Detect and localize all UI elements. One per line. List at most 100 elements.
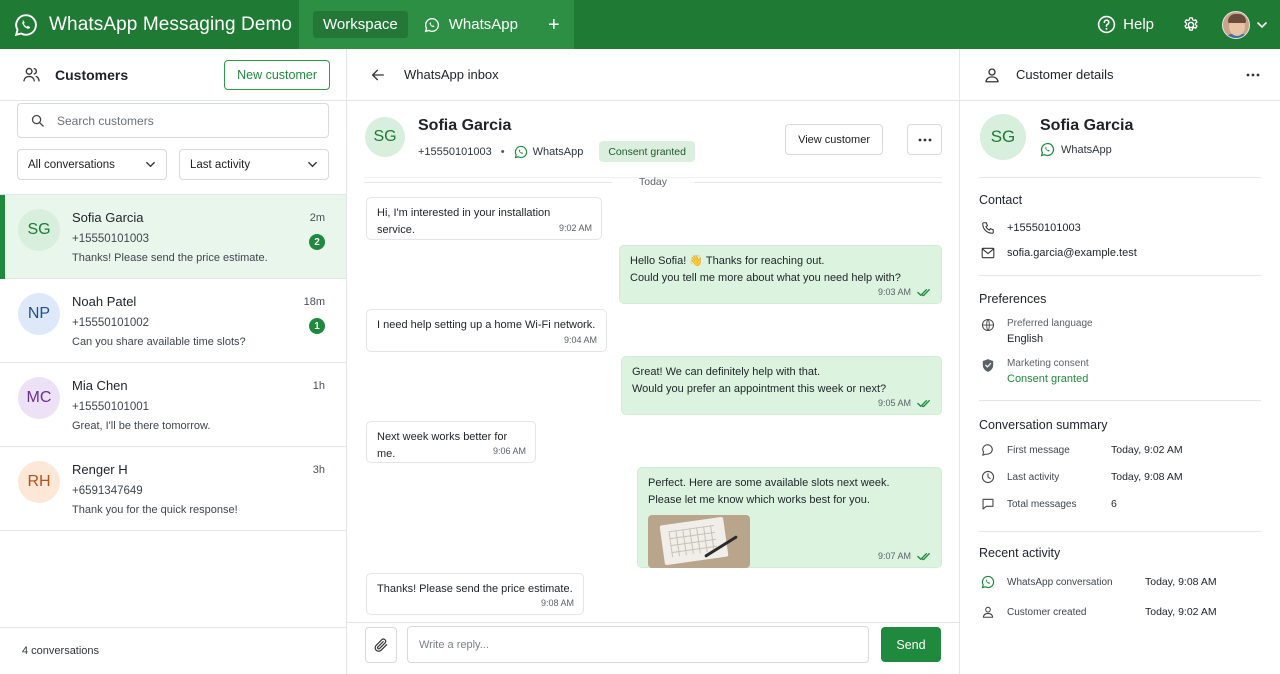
avatar: NP — [18, 293, 60, 335]
details-title: Customer details — [1016, 67, 1114, 82]
chat-bubble-icon — [979, 443, 997, 457]
chevron-down-icon — [145, 159, 156, 170]
message-incoming: Hi, I'm interested in your installation … — [366, 197, 602, 240]
user-icon — [979, 605, 997, 619]
paperclip-icon — [373, 637, 389, 653]
new-customer-button[interactable]: New customer — [224, 59, 330, 90]
avatar: SG — [18, 209, 60, 251]
tab-workspace-label: Workspace — [323, 16, 398, 33]
message-text: I need help setting up a home Wi-Fi netw… — [377, 319, 596, 331]
shield-check-icon — [979, 358, 997, 385]
summary-label: Last activity — [1007, 471, 1060, 483]
language-label: Preferred language — [1007, 318, 1093, 329]
help-label: Help — [1123, 16, 1154, 33]
reply-input[interactable] — [407, 626, 869, 663]
tab-whatsapp[interactable]: WhatsApp — [414, 11, 528, 38]
conversation-item[interactable]: NP Noah Patel +15550101002 Can you share… — [0, 279, 346, 363]
activity-row[interactable]: WhatsApp conversation Today, 9:08 AM — [979, 575, 1217, 589]
message-incoming: Next week works better for me. 9:06 AM — [366, 421, 536, 463]
avatar: RH — [18, 461, 60, 503]
sort-select[interactable]: Last activity — [179, 149, 329, 180]
attach-button[interactable] — [365, 627, 397, 663]
customer-profile: SG Sofia Garcia WhatsApp — [979, 101, 1261, 178]
contact-phone-row[interactable]: +15550101003 — [979, 221, 1081, 235]
summary-value: Today, 9:02 AM — [1111, 444, 1183, 456]
conversation-phone: +15550101001 — [72, 401, 150, 413]
contact-email: sofia.garcia@example.test — [1007, 247, 1137, 259]
conversation-item[interactable]: SG Sofia Garcia +15550101003 Thanks! Ple… — [0, 195, 346, 279]
search-input[interactable]: Search customers — [17, 103, 329, 138]
tab-whatsapp-label: WhatsApp — [448, 16, 518, 33]
message-text: Thanks! Please send the price estimate. — [377, 583, 573, 595]
contact-channel: WhatsApp — [532, 145, 584, 158]
conversation-summary-section: Conversation summary First message Today… — [979, 401, 1261, 532]
help-button[interactable]: Help — [1097, 15, 1154, 34]
contact-name: Sofia Garcia — [418, 117, 512, 134]
date-divider: Today — [364, 176, 942, 188]
customer-details-panel: Customer details SG Sofia Garcia WhatsAp… — [960, 49, 1280, 674]
message-time: 9:06 AM — [492, 446, 526, 456]
clock-icon — [979, 470, 997, 484]
conversation-filter-select[interactable]: All conversations — [17, 149, 167, 180]
avatar: SG — [980, 114, 1026, 160]
double-check-icon — [917, 552, 930, 561]
message-text: Please let me know which works best for … — [648, 494, 870, 506]
search-placeholder: Search customers — [57, 113, 154, 128]
message-incoming: Thanks! Please send the price estimate. … — [366, 573, 584, 615]
gear-icon[interactable] — [1182, 16, 1200, 34]
conversation-phone: +6591347649 — [72, 485, 143, 497]
whatsapp-icon — [979, 575, 997, 589]
avatar: MC — [18, 377, 60, 419]
more-horizontal-icon — [918, 138, 932, 142]
whatsapp-logo-icon — [14, 13, 38, 37]
double-check-icon — [917, 288, 930, 297]
message-time: 9:04 AM — [563, 335, 597, 345]
conversation-name: Renger H — [72, 462, 128, 477]
chevron-down-icon[interactable] — [1256, 19, 1268, 31]
conversation-preview: Thanks! Please send the price estimate. — [72, 252, 268, 264]
customer-name: Sofia Garcia — [1040, 117, 1134, 134]
more-horizontal-icon[interactable] — [1246, 73, 1260, 77]
activity-label: Customer created — [1007, 606, 1087, 618]
back-arrow-icon[interactable] — [370, 67, 386, 83]
contact-phone: +15550101003 — [418, 145, 492, 158]
activity-row[interactable]: Customer created Today, 9:02 AM — [979, 605, 1217, 619]
contact-email-row[interactable]: sofia.garcia@example.test — [979, 247, 1137, 259]
tab-bar: Workspace WhatsApp + — [299, 0, 574, 49]
send-button[interactable]: Send — [881, 627, 941, 662]
summary-value: Today, 9:08 AM — [1111, 471, 1183, 483]
tab-workspace[interactable]: Workspace — [313, 11, 408, 38]
phone-icon — [979, 221, 997, 235]
calendar-photo-attachment[interactable] — [648, 515, 750, 568]
user-avatar[interactable] — [1222, 10, 1250, 39]
unread-badge: 1 — [309, 318, 325, 334]
message-time: 9:02 AM — [558, 223, 592, 233]
sort-value: Last activity — [190, 158, 251, 171]
language-value: English — [1007, 333, 1044, 345]
add-tab-button[interactable]: + — [542, 15, 566, 35]
avatar: SG — [365, 117, 405, 157]
message-incoming: I need help setting up a home Wi-Fi netw… — [366, 309, 607, 352]
more-options-button[interactable] — [907, 124, 942, 155]
consent-label: Marketing consent — [1007, 358, 1089, 369]
conversation-list: SG Sofia Garcia +15550101003 Thanks! Ple… — [0, 194, 346, 531]
conversation-item[interactable]: RH Renger H +6591347649 Thank you for th… — [0, 447, 346, 531]
users-icon — [22, 65, 41, 84]
conversation-item[interactable]: MC Mia Chen +15550101001 Great, I'll be … — [0, 363, 346, 447]
customers-panel: Customers New customer Search customers … — [0, 49, 347, 674]
separator-dot: • — [500, 145, 505, 158]
message-outgoing: Perfect. Here are some available slots n… — [637, 467, 942, 568]
message-square-icon — [979, 497, 997, 511]
inbox-header: WhatsApp inbox — [347, 49, 959, 101]
conversation-time: 2m — [309, 212, 325, 224]
conversation-phone: +15550101003 — [72, 233, 150, 245]
whatsapp-icon — [1040, 142, 1055, 157]
summary-label: First message — [1007, 444, 1070, 456]
activity-title: Recent activity — [979, 546, 1061, 560]
brand[interactable]: WhatsApp Messaging Demo — [0, 0, 299, 49]
summary-value: 6 — [1111, 498, 1117, 510]
activity-label: WhatsApp conversation — [1007, 576, 1113, 588]
recent-activity-section: Recent activity WhatsApp conversation To… — [979, 532, 1261, 632]
contact-title: Contact — [979, 193, 1023, 207]
view-customer-button[interactable]: View customer — [785, 124, 883, 155]
